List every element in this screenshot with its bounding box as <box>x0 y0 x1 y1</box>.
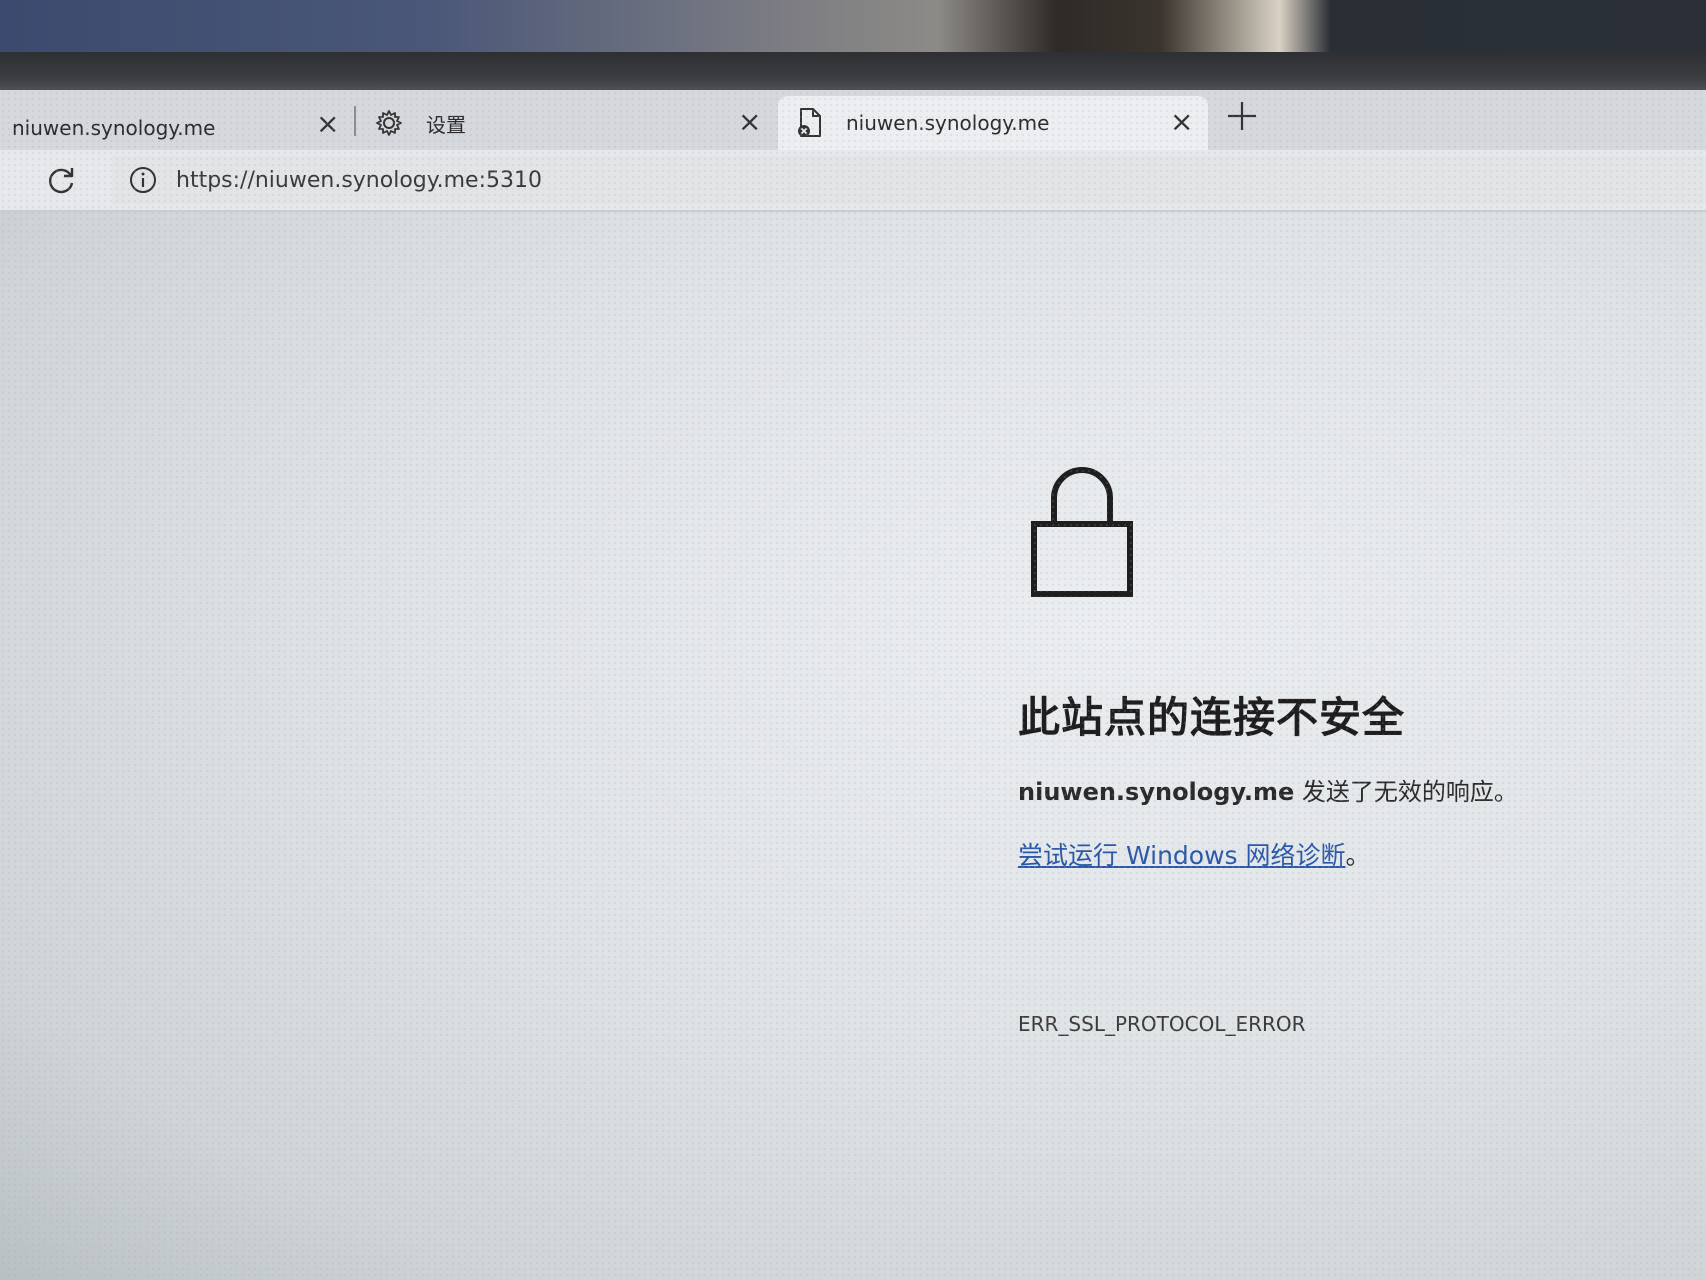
url-text[interactable]: https://niuwen.synology.me:5310 <box>176 168 542 193</box>
close-icon[interactable]: × <box>738 108 761 136</box>
toolbar: https://niuwen.synology.me:5310 <box>0 150 1706 212</box>
windows-diagnostics-link[interactable]: 尝试运行 Windows 网络诊断 <box>1018 841 1346 870</box>
error-title: 此站点的连接不安全 <box>1018 693 1406 742</box>
info-icon[interactable] <box>128 165 158 195</box>
error-host: niuwen.synology.me <box>1018 778 1295 806</box>
diagnostics-line: 尝试运行 Windows 网络诊断。 <box>1018 836 1371 872</box>
error-page: 此站点的连接不安全 niuwen.synology.me 发送了无效的响应。 尝… <box>0 212 1706 1280</box>
tab-label: 设置 <box>426 112 466 137</box>
error-code: ERR_SSL_PROTOCOL_ERROR <box>1018 1012 1306 1036</box>
gear-icon <box>376 110 402 136</box>
tab-niuwen-active[interactable]: niuwen.synology.me × <box>778 96 1208 150</box>
tab-niuwen-1[interactable]: niuwen.synology.me × <box>0 96 350 150</box>
photo-backdrop <box>0 0 1706 60</box>
link-suffix: 。 <box>1345 841 1371 870</box>
new-tab-button[interactable] <box>1222 96 1262 136</box>
tab-divider <box>354 106 356 136</box>
tab-strip: niuwen.synology.me × 设置 × niuwen.synolog… <box>0 90 1706 150</box>
browser-window: niuwen.synology.me × 设置 × niuwen.synolog… <box>0 90 1706 1280</box>
tab-label: niuwen.synology.me <box>12 116 216 140</box>
page-error-icon <box>798 108 821 137</box>
close-icon[interactable]: × <box>316 110 339 138</box>
tab-settings[interactable]: 设置 × <box>368 96 768 150</box>
address-bar[interactable]: https://niuwen.synology.me:5310 <box>112 156 1706 204</box>
unlocked-padlock-icon <box>1031 467 1133 597</box>
reload-button[interactable] <box>44 164 78 198</box>
tab-label: niuwen.synology.me <box>846 111 1050 135</box>
error-message: niuwen.synology.me 发送了无效的响应。 <box>1018 772 1518 807</box>
error-message-text: 发送了无效的响应。 <box>1294 778 1518 806</box>
close-icon[interactable]: × <box>1170 108 1193 136</box>
